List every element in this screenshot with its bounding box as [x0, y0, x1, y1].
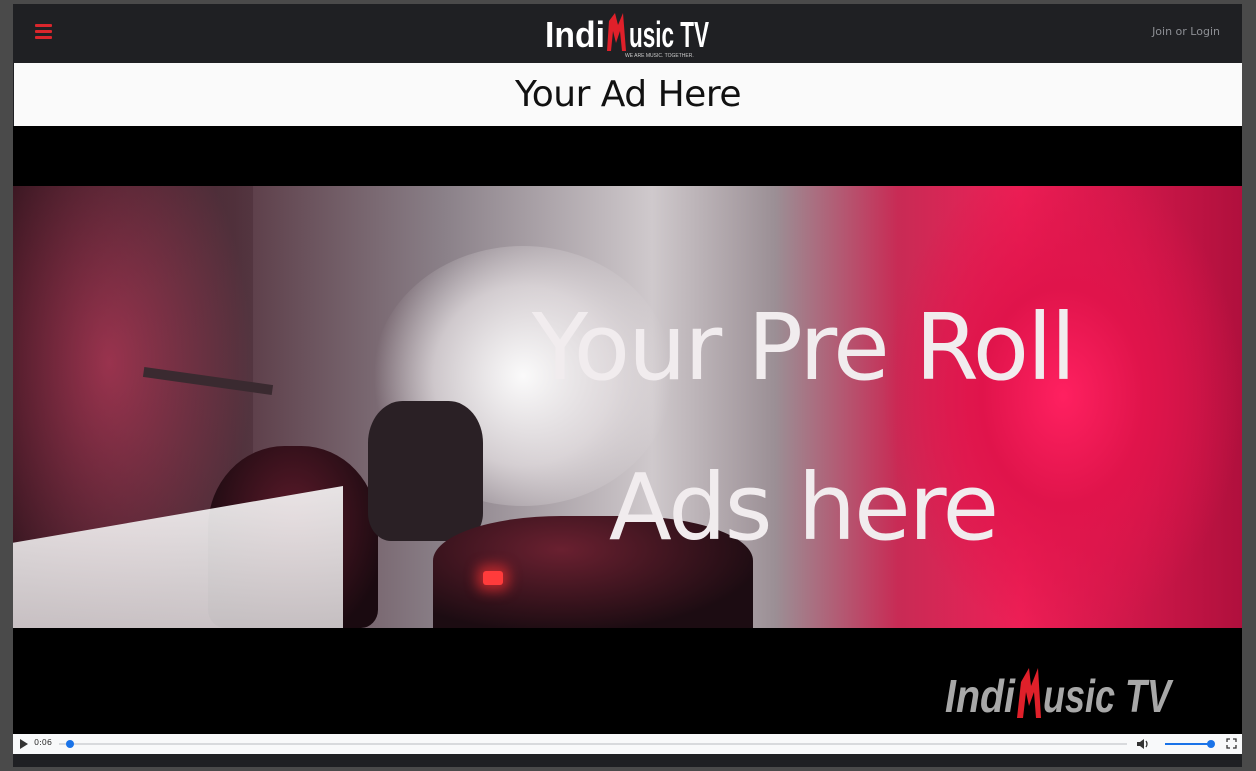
preroll-overlay-text: Your Pre Roll Ads here — [483, 268, 1123, 588]
preroll-line-1: Your Pre Roll — [531, 294, 1076, 401]
time-display: 0:06 — [34, 738, 52, 747]
preroll-line-2: Ads here — [608, 454, 999, 561]
ad-banner-text: Your Ad Here — [515, 74, 741, 115]
join-or-login-link[interactable]: Join or Login — [1152, 25, 1220, 38]
ad-banner[interactable]: Your Ad Here — [14, 63, 1242, 126]
svg-text:Indi: Indi — [945, 670, 1016, 722]
svg-text:WE ARE MUSIC. TOGETHER.: WE ARE MUSIC. TOGETHER. — [625, 53, 694, 59]
svg-text:usic TV: usic TV — [629, 14, 709, 55]
watermark-logo: Indi usic TV — [945, 668, 1174, 722]
fullscreen-icon[interactable] — [1226, 738, 1237, 749]
volume-icon[interactable] — [1136, 738, 1150, 750]
video-player[interactable]: Your Pre Roll Ads here Indi usic TV — [13, 126, 1242, 734]
video-frame: Your Pre Roll Ads here — [13, 186, 1242, 628]
video-controls: 0:06 — [13, 734, 1242, 754]
volume-thumb[interactable] — [1207, 740, 1215, 748]
hamburger-menu-icon[interactable] — [35, 24, 52, 40]
svg-text:Indi: Indi — [545, 14, 605, 55]
svg-text:usic TV: usic TV — [1043, 670, 1174, 722]
progress-bar[interactable] — [59, 743, 1127, 745]
progress-thumb[interactable] — [65, 740, 74, 748]
volume-slider[interactable] — [1165, 743, 1211, 745]
indimusic-logo[interactable]: Indi usic TV WE ARE MUSIC. TOGETHER. — [543, 7, 711, 61]
top-navbar: Indi usic TV WE ARE MUSIC. TOGETHER. Joi… — [13, 4, 1242, 62]
page-frame: Indi usic TV WE ARE MUSIC. TOGETHER. Joi… — [13, 4, 1242, 767]
play-icon[interactable] — [19, 738, 29, 750]
